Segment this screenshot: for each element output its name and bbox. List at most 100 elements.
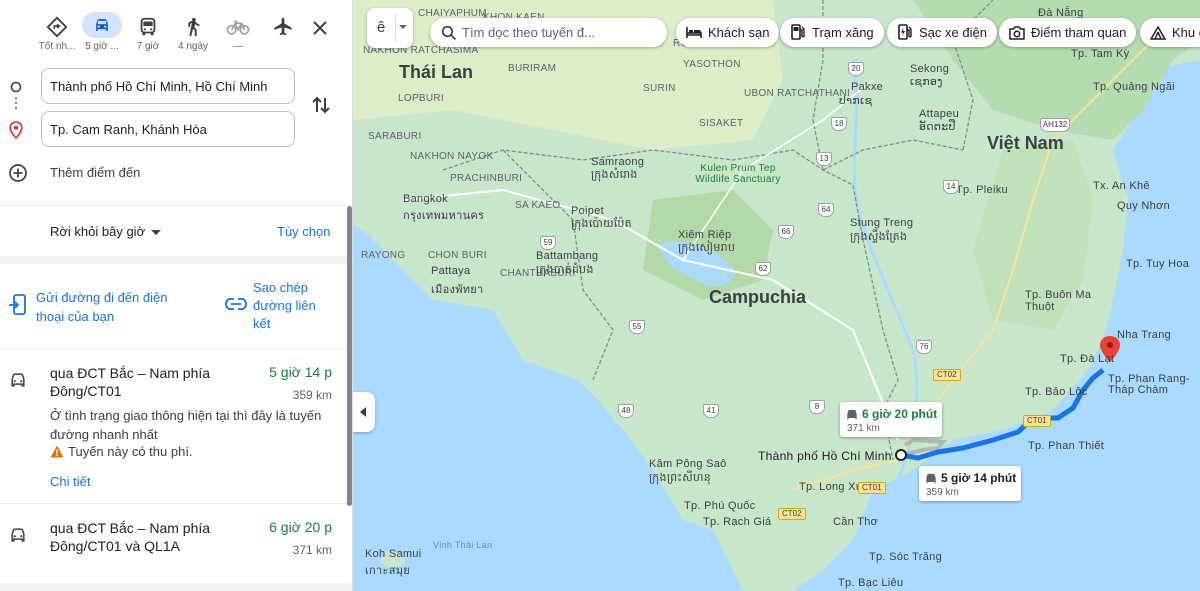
road-shield: 55 [629,320,645,334]
travel-mode-bar: Tốt nh... 5 giờ ... 7 giờ 4 ngày — [0,10,352,60]
chevron-down-icon [399,25,407,29]
swap-waypoints-button[interactable] [308,92,334,118]
road-shield: 41 [703,404,719,418]
chip-area[interactable]: Khu c [1140,18,1200,47]
mode-walk[interactable]: 4 ngày [171,10,215,56]
city-label: Tp. Phan Thiết [1028,440,1105,452]
city-label: Nha Trang [1117,329,1172,341]
region-label: RAYONG [361,250,406,261]
chip-label: Trạm xăng [812,25,874,40]
chip-gas[interactable]: Trạm xăng [780,18,884,47]
region-label: CHON BURI [428,250,487,261]
city-label: Pakxe [851,81,884,93]
road-shield: 59 [540,236,556,250]
depart-time-dropdown[interactable]: Rời khỏi bây giờ [50,224,162,239]
country-label: Việt Nam [987,133,1064,153]
section-divider [0,256,352,264]
region-label: PRACHINBURI [450,173,523,184]
route-details-link[interactable]: Chi tiết [50,474,90,489]
city-label: Tp. Tam Kỳ [1071,48,1130,60]
destination-row: Tp. Cam Ranh, Khánh Hòa [0,111,352,151]
highway-label: CT02 [933,369,961,381]
city-label: Tp. Bảo Lộc [1025,386,1088,398]
city-label: ក្រុងសៀមរាប [678,242,736,254]
mode-car[interactable]: 5 giờ ... [80,10,124,56]
car-icon [8,525,28,550]
city-label: Kâm Pông Saô [649,458,727,470]
origin-input[interactable]: Thành phố Hồ Chí Minh, Hồ Chí Minh [41,68,295,104]
panel-scrollbar[interactable] [347,206,352,506]
city-label: Samraong [591,156,645,168]
main-route-callout[interactable]: 5 giờ 14 phút 359 km [919,466,1022,501]
road-shield: 18 [831,117,847,131]
city-label: ក្រុងស្ទឹងត្រែង [850,231,908,243]
chip-ev-charging[interactable]: Sạc xe điện [887,18,997,47]
city-label: Tp. Phan Rang-Tháp Chàm [1108,373,1190,396]
region-label: SISAKET [699,118,744,129]
add-destination-button[interactable]: Thêm điểm đến [0,158,352,188]
chip-label: Điểm tham quan [1031,25,1127,40]
divider [0,205,352,206]
mode-flight[interactable] [261,10,305,56]
close-directions-button[interactable] [306,14,334,42]
city-label: Cần Thơ [833,516,879,528]
search-along-route-input[interactable]: Tìm dọc theo tuyến đ... [430,18,667,47]
copy-link-label: Sao chép đường liên kết [253,280,316,331]
layer-icon: ê [377,19,386,36]
chip-attractions[interactable]: Điểm tham quan [999,18,1137,47]
region-label: YASOTHON [683,59,741,70]
road-shield: 48 [618,404,634,418]
chip-label: Khu c [1172,25,1200,40]
city-label: Tp. Tuy Hoa [1126,258,1190,270]
car-icon [82,12,122,38]
mode-bicycle[interactable]: — [216,10,260,56]
road-shield: 20 [848,62,864,76]
route-distance: 371 km [292,543,332,557]
section-divider [0,583,352,591]
city-label: Koh Samui [365,548,422,560]
city-label: Tp. Pleiku [956,184,1008,196]
send-to-phone-button[interactable]: Gửi đường đi đến điện thoại của bạn [8,288,188,328]
route-option-1[interactable]: qua ĐCT Bắc – Nam phía Đông/CT01 5 giờ 1… [0,350,352,502]
collapse-panel-button[interactable] [353,392,375,432]
route-name: qua ĐCT Bắc – Nam phía Đông/CT01 [50,365,211,399]
map-canvas[interactable]: Thái Lan Campuchia Việt Nam LOPBURI SARA… [353,0,1200,591]
mode-best[interactable]: Tốt nh... [35,10,79,56]
route-option-2[interactable]: qua ĐCT Bắc – Nam phía Đông/CT01 và QL1A… [0,505,352,585]
country-label: Campuchia [709,287,807,307]
route-distance: 359 km [292,388,332,402]
city-label: Tp. Rạch Giá [703,516,772,528]
callout-duration: 6 giờ 20 phút [862,407,938,421]
city-label: ອັດຕະປື [919,121,956,133]
caret-down-icon [151,230,162,236]
route-duration: 5 giờ 14 p [269,364,332,380]
route-description: Ở tình trạng giao thông hiện tại thì đây… [50,408,322,442]
copy-link-button[interactable]: Sao chép đường liên kết [225,279,335,335]
route-options-button[interactable]: Tùy chọn [277,224,330,239]
road-shield: 66 [778,225,794,239]
city-label: ក្រុងព្រះសីហនុ [649,472,712,484]
add-destination-label: Thêm điểm đến [50,165,141,180]
city-label: Pattaya [431,265,471,277]
layer-button[interactable]: ê [367,8,413,48]
destination-input[interactable]: Tp. Cam Ranh, Khánh Hòa [41,111,295,147]
mode-transit[interactable]: 7 giờ [126,10,170,56]
close-icon [306,21,334,46]
origin-circle-icon [10,80,22,98]
region-label: BURIRAM [508,63,557,74]
region-label: UBON RATCHATHANI [744,88,851,99]
route-duration: 6 giờ 20 p [269,519,332,535]
divider [0,348,352,349]
road-shield: 64 [818,203,834,217]
city-label: Stung Treng [850,217,914,229]
city-label: ក្រុងសំរោង [591,169,638,181]
chevron-left-icon [360,407,366,417]
search-placeholder: Tìm dọc theo tuyến đ... [462,25,595,40]
alt-route-callout[interactable]: 6 giờ 20 phút 371 km [840,402,943,437]
region-label: SURIN [643,83,676,94]
toll-warning: Tuyến này có thu phí. [50,444,193,459]
region-label: NAKHON NAYOK [410,151,494,162]
chip-hotels[interactable]: Khách sạn [676,18,780,47]
bicycle-icon [216,16,260,38]
bus-icon [126,16,170,38]
